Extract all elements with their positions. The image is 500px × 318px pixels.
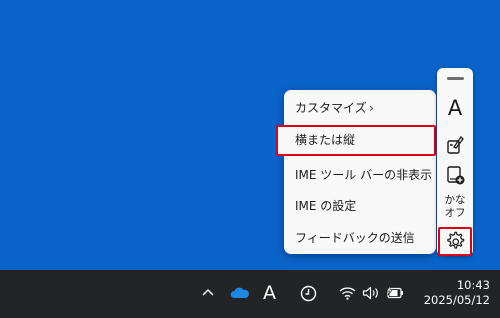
input-mode-button[interactable]: A xyxy=(437,96,473,120)
kana-label: かな xyxy=(444,194,466,206)
menu-item-customize[interactable]: カスタマイズ › xyxy=(284,92,436,124)
ime-toolbar: A かな オフ xyxy=(437,68,473,256)
settings-gear-button[interactable] xyxy=(438,227,472,256)
dictionary-add-icon[interactable] xyxy=(445,165,466,186)
menu-item-label: フィードバックの送信 xyxy=(295,231,415,245)
menu-item-label: IME の設定 xyxy=(295,199,357,213)
chevron-right-icon: › xyxy=(369,101,374,115)
clock-time: 10:43 xyxy=(456,278,490,292)
clock-app-icon[interactable] xyxy=(300,285,317,302)
ime-mode-indicator[interactable]: A xyxy=(263,281,276,305)
battery-charging-icon[interactable] xyxy=(385,285,405,300)
clock-date: 2025/05/12 xyxy=(423,293,490,307)
menu-item-hide-ime-toolbar[interactable]: IME ツール バーの非表示 xyxy=(284,159,436,191)
taskbar-clock[interactable]: 10:43 2025/05/12 xyxy=(418,278,490,308)
chevron-up-icon[interactable] xyxy=(201,286,215,298)
menu-item-label: IME ツール バーの非表示 xyxy=(295,168,433,182)
ime-context-menu: カスタマイズ › 横または縦 IME ツール バーの非表示 IME の設定 フィ… xyxy=(276,90,436,254)
menu-item-label: 横または縦 xyxy=(295,133,356,147)
menu-item-horizontal-or-vertical[interactable]: 横または縦 xyxy=(276,125,436,156)
menu-item-send-feedback[interactable]: フィードバックの送信 xyxy=(284,222,436,254)
ime-pad-icon[interactable] xyxy=(445,134,466,155)
wifi-icon[interactable] xyxy=(339,286,356,300)
kana-state-label: オフ xyxy=(444,207,466,219)
menu-item-ime-settings[interactable]: IME の設定 xyxy=(284,190,436,222)
speaker-icon[interactable] xyxy=(362,286,380,300)
menu-item-label: カスタマイズ xyxy=(295,101,367,115)
settings-gear-icon xyxy=(447,231,465,249)
drag-grip-icon[interactable] xyxy=(447,77,464,80)
kana-off-toggle[interactable]: かな オフ xyxy=(437,194,473,220)
onedrive-cloud-icon[interactable] xyxy=(230,287,250,299)
